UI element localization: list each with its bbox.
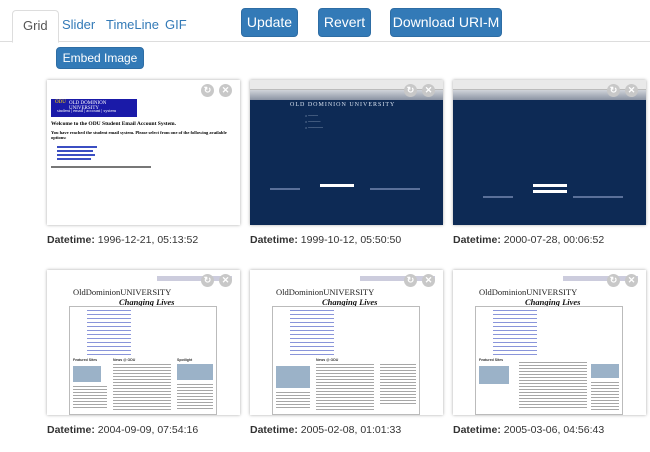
odu-dark-page: OLD DOMINION UNIVERSITY ○ ──── ○ ───── ○…	[250, 80, 443, 225]
grid-card: ODU OLD DOMINION UNIVERSITY student | em…	[47, 80, 240, 258]
portal-nav	[493, 310, 537, 356]
menu-item: ○ ──────	[305, 126, 323, 130]
close-icon[interactable]: ✕	[625, 84, 638, 97]
menu-item: ○ ─────	[305, 120, 321, 124]
portal-nav	[87, 310, 131, 356]
snapshot-link	[57, 146, 97, 148]
grid-card: ↻ ✕ Datetime: 2000-07-28, 00:06:52	[453, 80, 646, 258]
close-icon[interactable]: ✕	[422, 84, 435, 97]
refresh-icon[interactable]: ↻	[404, 274, 417, 287]
close-icon[interactable]: ✕	[625, 274, 638, 287]
section-heading: News @ ODU	[316, 358, 339, 362]
spotlight-text	[591, 382, 619, 410]
grid-card: OldDominionUNIVERSITY Changing Lives Fea…	[47, 270, 240, 448]
section-heading: Featured Sites	[73, 358, 98, 362]
snapshot-thumbnail[interactable]: OLD DOMINION UNIVERSITY ○ ──── ○ ───── ○…	[250, 80, 443, 225]
featured-image	[73, 366, 101, 382]
snapshot-thumbnail[interactable]: ODU OLD DOMINION UNIVERSITY student | em…	[47, 80, 240, 225]
featured-image	[479, 366, 509, 384]
banner-title: OLD DOMINION UNIVERSITY	[290, 102, 396, 108]
odu-banner: ODU OLD DOMINION UNIVERSITY student | em…	[51, 99, 137, 117]
news-text	[519, 362, 587, 410]
password-field	[533, 190, 567, 193]
datetime-label: Datetime: 1996-12-21, 05:13:52	[47, 234, 199, 246]
spotlight-image	[591, 364, 619, 378]
featured-image	[276, 366, 310, 388]
datetime-label: Datetime: 2005-02-08, 01:01:33	[250, 424, 402, 436]
portal-logo: OldDominionUNIVERSITY	[479, 287, 578, 297]
snapshot-thumbnail[interactable]: OldDominionUNIVERSITY Changing Lives Fea…	[453, 270, 646, 415]
snapshot-footer	[51, 166, 151, 168]
snapshot-link	[57, 158, 91, 160]
section-heading: News @ ODU	[113, 358, 136, 362]
datetime-label: Datetime: 1999-10-12, 05:50:50	[250, 234, 402, 246]
portal-nav	[290, 310, 334, 356]
snapshot-link	[57, 150, 93, 152]
grid-card: OLD DOMINION UNIVERSITY ○ ──── ○ ───── ○…	[250, 80, 443, 258]
snapshot-link	[57, 154, 95, 156]
tab-gif[interactable]: GIF	[165, 10, 187, 42]
refresh-icon[interactable]: ↻	[607, 84, 620, 97]
datetime-label: Datetime: 2004-09-09, 07:54:16	[47, 424, 199, 436]
section-heading: Spotlight	[177, 358, 193, 362]
login-field	[320, 184, 354, 187]
revert-button[interactable]: Revert	[318, 8, 371, 37]
banner-brand: ODU	[55, 100, 66, 105]
portal-logo: OldDominionUNIVERSITY	[73, 287, 172, 297]
section-heading: Featured Sites	[479, 358, 504, 362]
banner-subtitle: student | email | account | system	[57, 108, 116, 113]
news-text	[316, 364, 374, 410]
spotlight-text	[177, 384, 213, 410]
refresh-icon[interactable]: ↻	[201, 274, 214, 287]
datetime-label: Datetime: 2000-07-28, 00:06:52	[453, 234, 605, 246]
snapshot-thumbnail[interactable]: ↻ ✕	[453, 80, 646, 225]
grid-card: OldDominionUNIVERSITY Changing Lives Fea…	[453, 270, 646, 448]
datetime-label: Datetime: 2005-03-06, 04:56:43	[453, 424, 605, 436]
close-icon[interactable]: ✕	[219, 274, 232, 287]
refresh-icon[interactable]: ↻	[201, 84, 214, 97]
footer-text	[573, 196, 623, 198]
snapshot-thumbnail[interactable]: OldDominionUNIVERSITY Changing Lives Fea…	[47, 270, 240, 415]
refresh-icon[interactable]: ↻	[404, 84, 417, 97]
footer-text	[370, 188, 420, 190]
snapshot-thumbnail[interactable]: OldDominionUNIVERSITY Changing Lives New…	[250, 270, 443, 415]
featured-text	[276, 392, 310, 410]
news-text	[113, 364, 171, 410]
spotlight-image	[177, 364, 213, 380]
refresh-icon[interactable]: ↻	[607, 274, 620, 287]
update-button[interactable]: Update	[241, 8, 298, 37]
download-urim-list-button[interactable]: Download URI-M List	[390, 8, 502, 57]
snapshot-intro: You have reached the student email syste…	[51, 130, 227, 140]
login-field	[533, 184, 567, 187]
close-icon[interactable]: ✕	[219, 84, 232, 97]
close-icon[interactable]: ✕	[422, 274, 435, 287]
footer-text	[270, 188, 300, 190]
featured-text	[73, 386, 107, 410]
footer-text	[483, 196, 513, 198]
tab-timeline[interactable]: TimeLine	[106, 10, 159, 42]
snapshot-heading: Welcome to the ODU Student Email Account…	[51, 121, 176, 127]
embed-image-grid-button[interactable]: Embed Image Grid	[56, 47, 144, 85]
tab-grid[interactable]: Grid	[12, 10, 59, 43]
menu-item: ○ ────	[305, 114, 319, 118]
odu-dark-page	[453, 80, 646, 225]
grid-card: OldDominionUNIVERSITY Changing Lives New…	[250, 270, 443, 448]
portal-logo: OldDominionUNIVERSITY	[276, 287, 375, 297]
tab-slider[interactable]: Slider	[62, 10, 95, 42]
sidebar-text	[380, 364, 416, 404]
